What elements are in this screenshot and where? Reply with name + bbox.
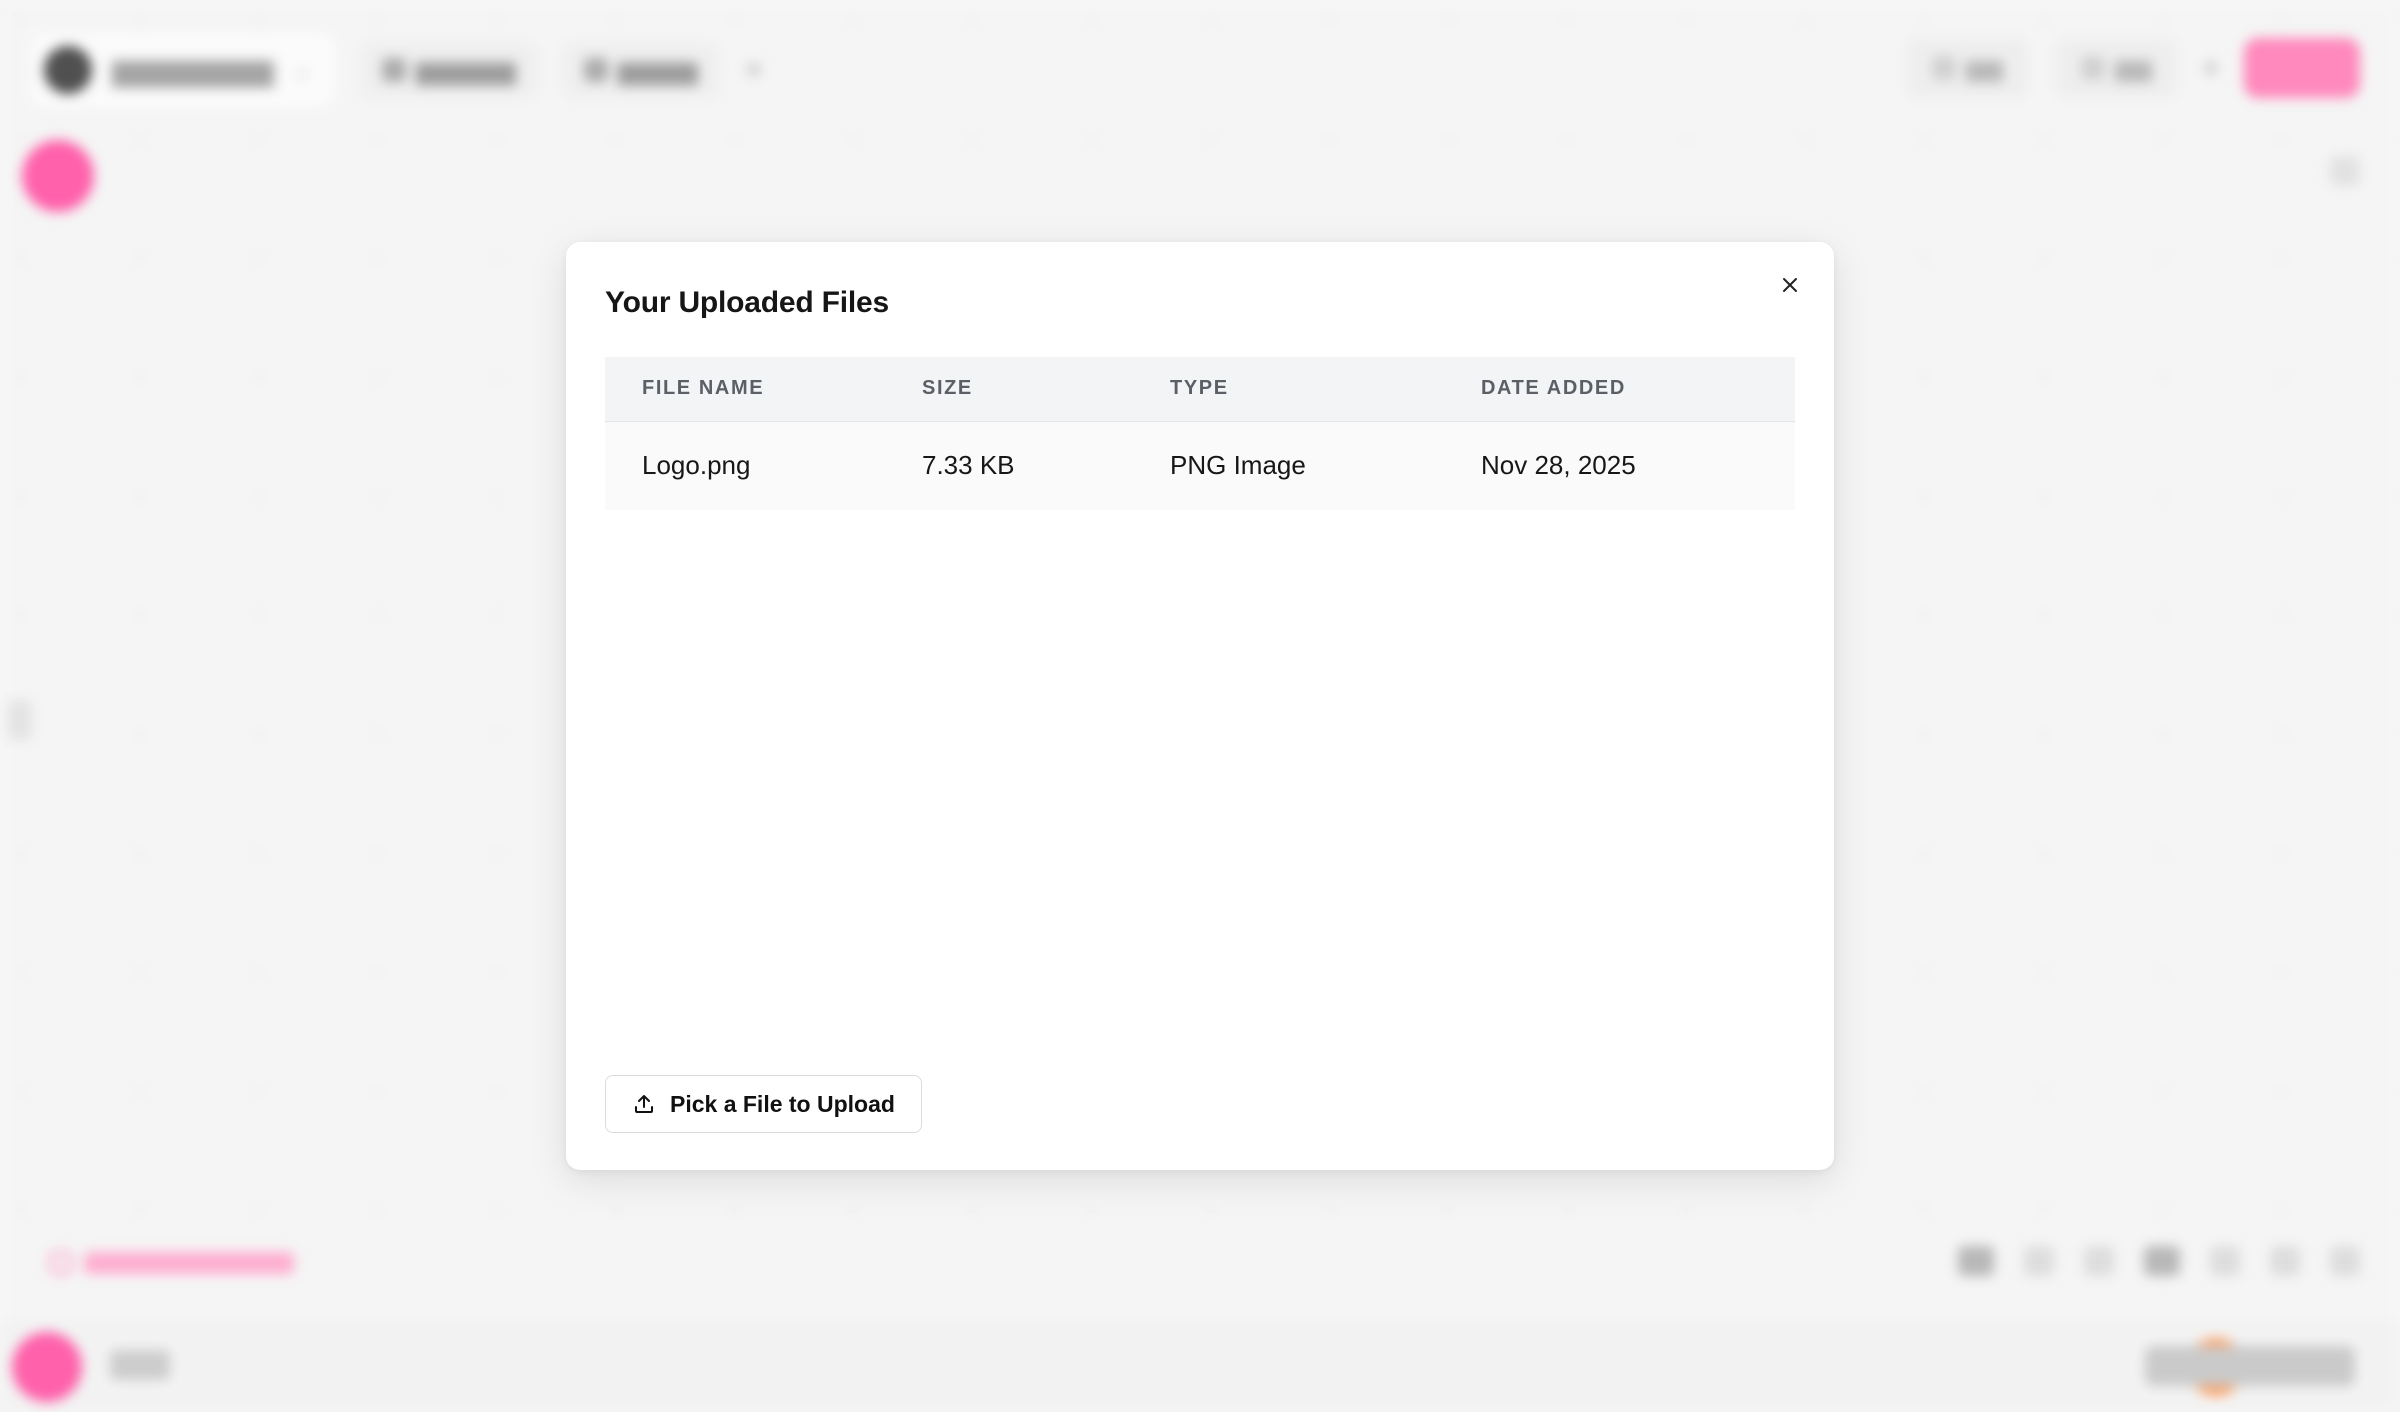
upload-icon xyxy=(632,1092,656,1116)
close-button[interactable] xyxy=(1770,266,1810,306)
table-header: FILE NAME SIZE TYPE DATE ADDED xyxy=(605,357,1795,422)
close-icon xyxy=(1780,275,1800,298)
column-header-type: TYPE xyxy=(1133,357,1444,422)
cell-type: PNG Image xyxy=(1170,450,1306,481)
cell-size: 7.33 KB xyxy=(922,450,1015,481)
modal-title: Your Uploaded Files xyxy=(605,286,890,319)
cell-date-added: Nov 28, 2025 xyxy=(1481,450,1636,481)
pick-file-upload-button[interactable]: Pick a File to Upload xyxy=(605,1075,922,1133)
uploaded-files-modal: Your Uploaded Files FILE NAME SIZE TYPE … xyxy=(566,242,1834,1170)
column-header-file-name: FILE NAME xyxy=(605,357,885,422)
cell-file-name: Logo.png xyxy=(642,450,751,481)
table-row[interactable]: Logo.png 7.33 KB PNG Image Nov 28, 2025 xyxy=(605,421,1795,510)
table-header-row: FILE NAME SIZE TYPE DATE ADDED xyxy=(605,357,1795,422)
column-header-date-added: DATE ADDED xyxy=(1444,357,1795,422)
column-header-size: SIZE xyxy=(885,357,1133,422)
upload-button-label: Pick a File to Upload xyxy=(670,1090,895,1117)
files-table: FILE NAME SIZE TYPE DATE ADDED Logo.png … xyxy=(605,357,1795,510)
